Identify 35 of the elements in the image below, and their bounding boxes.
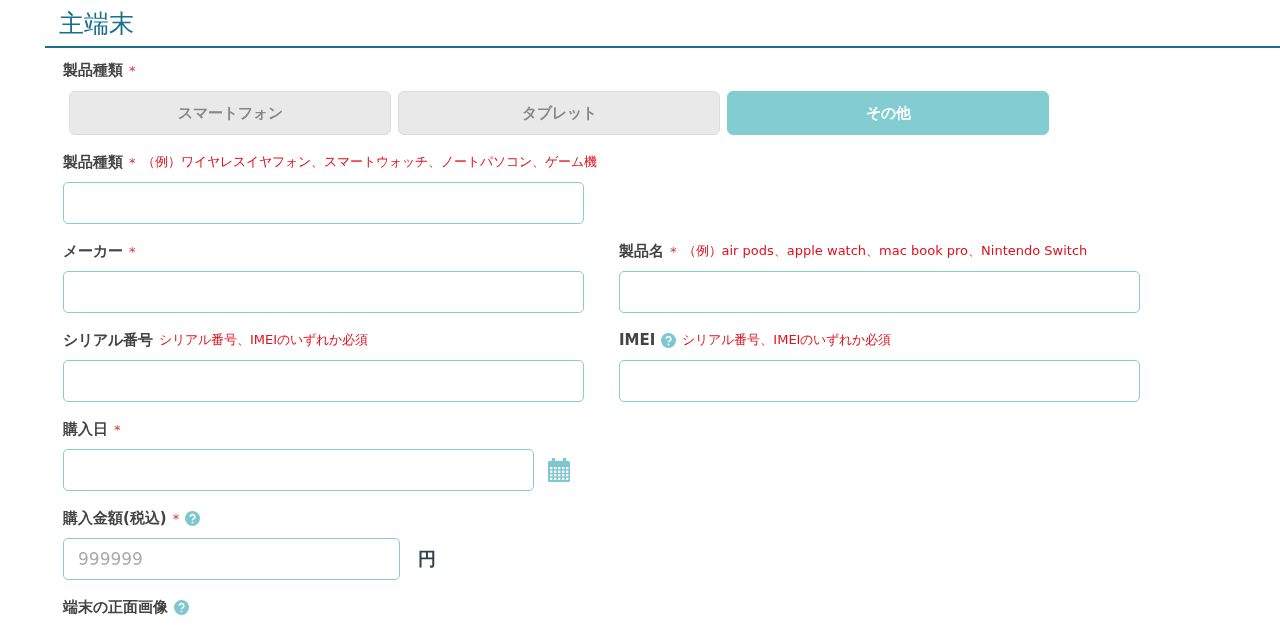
field-label: 購入金額(税込) [63, 508, 167, 528]
field-hint: シリアル番号、IMEIのいずれか必須 [682, 331, 892, 349]
required-mark: * [129, 154, 136, 170]
calendar-icon[interactable] [548, 458, 570, 482]
field-hint: シリアル番号、IMEIのいずれか必須 [159, 331, 369, 349]
segment-button[interactable]: タブレット [398, 91, 720, 135]
field-label: シリアル番号 [63, 330, 153, 350]
field-label: 購入日 [63, 419, 108, 439]
text-field[interactable] [63, 271, 584, 313]
date-field[interactable] [63, 449, 534, 491]
required-mark: * [129, 62, 136, 78]
text-field[interactable] [619, 271, 1140, 313]
segment-button[interactable]: スマートフォン [69, 91, 391, 135]
field-label: 製品種類 [63, 152, 123, 172]
help-icon[interactable] [661, 332, 677, 348]
text-field[interactable] [63, 182, 584, 224]
field-label: 製品種類 [63, 60, 123, 80]
price-field[interactable]: 999999 [63, 538, 400, 580]
section-title: 主端末 [59, 7, 134, 40]
required-mark: * [670, 243, 677, 259]
field-label: 製品名 [619, 241, 664, 261]
field-hint: （例）air pods、apple watch、mac book pro、Nintendo Switch [682, 242, 1088, 260]
help-icon[interactable] [174, 599, 189, 615]
help-icon[interactable] [185, 510, 201, 526]
text-field[interactable] [63, 360, 584, 402]
required-mark: * [129, 243, 136, 259]
required-mark: * [114, 421, 121, 437]
required-mark: * [172, 510, 180, 526]
field-hint: （例）ワイヤレスイヤフォン、スマートウォッチ、ノートパソコン、ゲーム機 [141, 153, 597, 171]
field-label: メーカー [63, 241, 123, 261]
field-label: 端末の正面画像 [63, 597, 168, 617]
field-label: IMEI [619, 331, 656, 349]
text-field[interactable] [619, 360, 1140, 402]
segment-button[interactable]: その他 [727, 91, 1049, 135]
currency-unit: 円 [418, 547, 436, 571]
